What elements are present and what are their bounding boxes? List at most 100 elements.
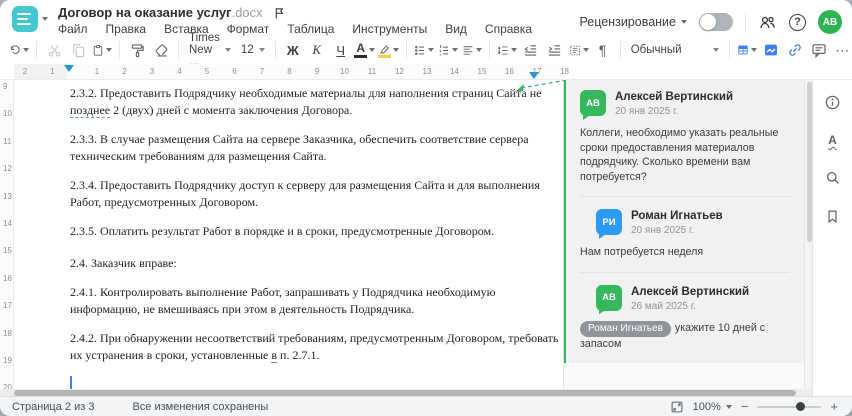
comment-thread[interactable]: АВ Алексей Вертинский 20 янв 2025 г. Кол… — [564, 80, 804, 363]
page-margins-caret-icon[interactable] — [582, 48, 589, 52]
ruler-number: 14 — [450, 67, 459, 76]
ruler-number: 10 — [340, 67, 349, 76]
format-painter-button[interactable] — [126, 38, 148, 62]
fit-page-icon[interactable] — [670, 400, 684, 414]
paragraph: 2.4.1. Контролировать выполнение Работ, … — [70, 285, 496, 316]
numbered-list-button[interactable] — [437, 38, 459, 62]
copy-button[interactable] — [67, 38, 89, 62]
zoom-slider[interactable] — [757, 402, 822, 411]
comment-author: Алексей Вертинский — [631, 285, 750, 298]
document-page[interactable]: 2.3.2. Предоставить Подрядчику необходим… — [14, 80, 564, 389]
comments-scrollbar[interactable] — [804, 80, 812, 389]
review-mode-dropdown[interactable]: Рецензирование — [579, 15, 687, 29]
bold-button[interactable]: Ж — [282, 38, 304, 62]
bookmark-icon[interactable] — [823, 206, 843, 226]
zoom-in-button[interactable]: + — [830, 400, 838, 413]
ruler-number: 2 — [22, 67, 28, 76]
header-divider — [745, 13, 746, 31]
line-spacing-button[interactable] — [496, 38, 518, 62]
paste-caret-icon[interactable] — [106, 48, 112, 52]
insert-table-button[interactable] — [736, 38, 758, 62]
align-caret-icon[interactable] — [475, 48, 482, 52]
align-button[interactable] — [461, 38, 483, 62]
page-margins-button[interactable] — [568, 38, 590, 62]
highlight-caret-icon[interactable] — [393, 48, 400, 52]
font-size-select[interactable]: 12 — [237, 38, 269, 62]
menu-item[interactable]: Файл — [58, 22, 88, 36]
ruler-number: 10 — [3, 109, 12, 119]
insert-link-button[interactable] — [784, 38, 806, 62]
menu-item[interactable]: Таблица — [287, 22, 334, 36]
cut-button[interactable] — [43, 38, 65, 62]
clear-formatting-button[interactable] — [150, 38, 172, 62]
paragraph: 2.3.4. Предоставить Подрядчику доступ к … — [70, 178, 540, 209]
decrease-indent-button[interactable] — [520, 38, 542, 62]
undo-caret-icon[interactable] — [23, 48, 29, 52]
italic-button[interactable]: К — [306, 38, 328, 62]
flag-icon[interactable] — [273, 6, 286, 20]
paragraph-style-select[interactable]: Обычный — [627, 38, 723, 62]
formatting-marks-button[interactable]: ¶ — [592, 38, 614, 62]
paragraph: 2.3.2. Предоставить Подрядчику необходим… — [70, 86, 542, 118]
menu-item[interactable]: Инструменты — [352, 22, 427, 36]
search-icon[interactable] — [823, 168, 843, 188]
zoom-out-button[interactable]: − — [741, 400, 749, 413]
numbered-list-caret-icon[interactable] — [451, 48, 458, 52]
increase-indent-button[interactable] — [544, 38, 566, 62]
underline-button[interactable]: Ч — [330, 38, 352, 62]
insert-image-button[interactable] — [760, 38, 782, 62]
line-spacing-caret-icon[interactable] — [510, 48, 517, 52]
app-menu-button[interactable] — [12, 6, 48, 32]
font-color-button[interactable]: А — [354, 38, 376, 62]
collaboration-users-icon[interactable] — [758, 14, 777, 31]
menu-item[interactable]: Формат — [227, 22, 270, 36]
bullet-list-caret-icon[interactable] — [427, 48, 434, 52]
indent-marker-first-line[interactable] — [64, 65, 74, 72]
comment[interactable]: АВ Алексей Вертинский 20 янв 2025 г. Кол… — [580, 90, 790, 184]
ruler-number: 4 — [177, 67, 182, 76]
menu-item[interactable]: Справка — [485, 22, 532, 36]
user-avatar[interactable]: АВ — [818, 10, 842, 34]
ruler-number: 17 — [3, 301, 12, 311]
ruler-number: 1 — [50, 67, 55, 76]
insert-table-caret-icon[interactable] — [750, 48, 757, 52]
ruler-row: 2 1 1 2 3 4 5 6 7 8 9 10 11 12 13 14 15 16 17 18 — [0, 64, 852, 80]
page-indicator[interactable]: Страница 2 из 3 — [12, 401, 94, 413]
comment-avatar: АВ — [596, 284, 622, 315]
font-color-caret-icon[interactable] — [369, 48, 376, 52]
document-title: Договор на оказание услуг — [58, 5, 232, 20]
ruler-number: 15 — [477, 67, 487, 76]
info-icon[interactable] — [823, 92, 843, 112]
comment-date: 26 май 2025 г. — [631, 300, 696, 312]
review-toggle[interactable] — [699, 13, 733, 31]
font-family-select[interactable]: Times New ... — [185, 32, 235, 68]
horizontal-scrollbar[interactable] — [0, 389, 812, 396]
title-block: Договор на оказание услуг .docx Файл Прав… — [58, 4, 532, 36]
paragraph: 2.3.5. Оплатить результат Работ в порядк… — [70, 224, 495, 238]
comment[interactable]: РИ Роман Игнатьев 20 янв 2025 г. Нам пот… — [580, 209, 790, 260]
menu-item[interactable]: Вид — [445, 22, 467, 36]
comments-panel: АВ Алексей Вертинский 20 янв 2025 г. Кол… — [564, 80, 804, 389]
bullet-list-button[interactable] — [413, 38, 435, 62]
menu-item[interactable]: Правка — [106, 22, 147, 36]
ruler-number: 3 — [149, 67, 155, 76]
highlight-color-button[interactable] — [378, 38, 400, 62]
editor-canvas: 9 10 11 12 13 14 15 16 17 18 19 20 2.3.2. Предостав… — [0, 80, 852, 396]
ruler-number: 9 — [314, 67, 320, 76]
comment-text: Коллеги, необходимо указать реальные сро… — [580, 127, 779, 183]
zoom-slider-handle[interactable] — [795, 402, 805, 411]
ruler-number: 5 — [204, 67, 210, 76]
paste-button[interactable] — [91, 38, 113, 62]
ruler-number: 18 — [3, 328, 12, 338]
ruler-number: 16 — [505, 67, 514, 76]
toolbar: Times New ... 12 Ж К Ч А ¶ Обычный ⋯ — [0, 32, 852, 68]
ruler-number: 15 — [3, 246, 12, 256]
app-window: Договор на оказание услуг .docx Файл Прав… — [0, 0, 852, 416]
toolbar-more-button[interactable]: ⋯ — [832, 38, 852, 62]
comment[interactable]: АВ Алексей Вертинский 26 май 2025 г. Ром… — [580, 284, 790, 352]
help-icon[interactable]: ? — [789, 13, 806, 31]
zoom-level-dropdown[interactable]: 100% — [693, 401, 732, 413]
spellcheck-icon[interactable]: А — [823, 130, 843, 150]
undo-button[interactable] — [8, 38, 30, 62]
insert-comment-button[interactable] — [808, 38, 830, 62]
